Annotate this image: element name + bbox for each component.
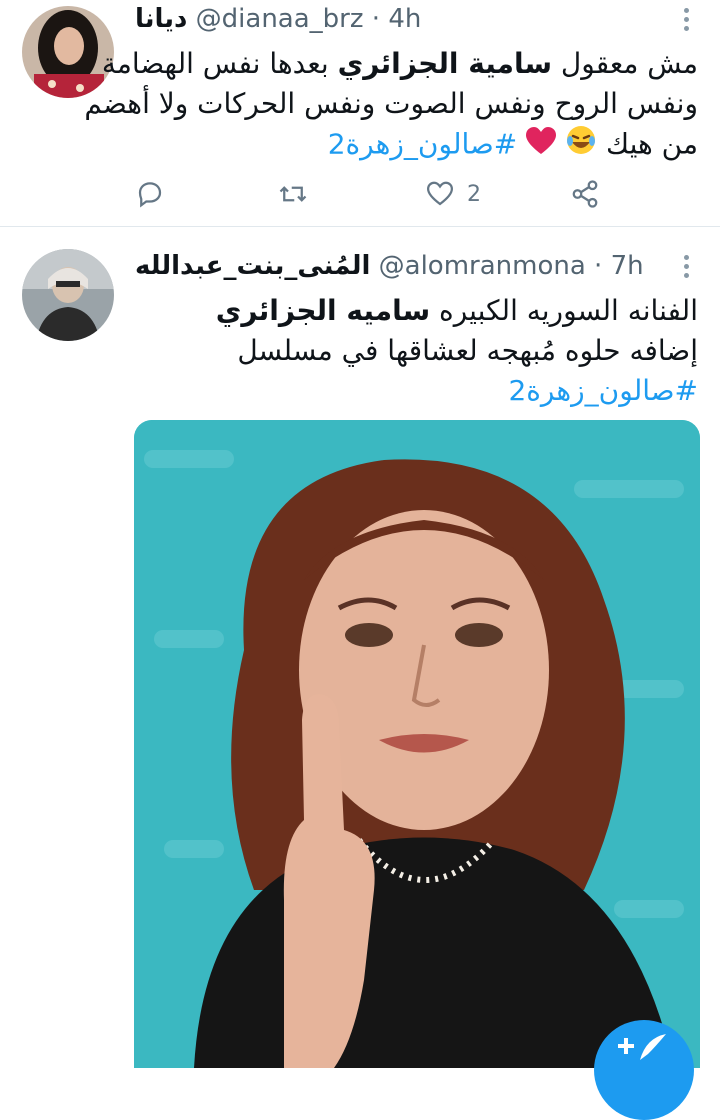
reply-icon [138, 182, 162, 208]
user-handle[interactable]: @alomranmona [379, 251, 586, 281]
retweet-button[interactable] [278, 176, 308, 212]
tweet-header: المُنى_بنت_عبدالله @alomranmona · 7h [135, 251, 644, 287]
reply-button[interactable] [135, 176, 165, 212]
tweet-media-image[interactable] [134, 420, 700, 1068]
tweet-header: ديانا @dianaa_brz · 4h [135, 4, 421, 40]
tweet-text: الفنانه السوريه الكبيره ساميه الجزائري إ… [216, 291, 698, 411]
display-name[interactable]: ديانا [135, 4, 187, 34]
display-name[interactable]: المُنى_بنت_عبدالله [135, 251, 370, 281]
user-handle[interactable]: @dianaa_brz [196, 4, 364, 34]
separator-dot: · [594, 251, 603, 281]
bold-name: سامية الجزائري [337, 47, 553, 80]
tweet[interactable]: ديانا @dianaa_brz · 4h مش معقول سامية ال… [0, 0, 720, 226]
tweet-line: ونفس الروح ونفس الصوت ونفس الحركات ولا أ… [84, 87, 698, 120]
tweet-line: الفنانه السوريه الكبيره ساميه الجزائري [215, 294, 698, 327]
retweet-icon [279, 186, 307, 202]
like-button[interactable]: 2 [425, 176, 481, 212]
separator-dot: · [371, 4, 381, 34]
hashtag-link[interactable]: #صالون_زهرة2 [328, 128, 518, 161]
tweet-line: #صالون_زهرة2 [216, 371, 698, 411]
more-options-icon[interactable] [676, 4, 696, 34]
compose-tweet-icon [618, 1034, 666, 1060]
timestamp[interactable]: 4h [388, 4, 421, 34]
bold-name: ساميه الجزائري [215, 294, 431, 327]
share-icon [572, 180, 598, 208]
tweet-line: إضافه حلوه مُبهجه لعشاقها في مسلسل [237, 334, 698, 367]
heart-icon [426, 181, 454, 206]
hashtag-link[interactable]: #صالون_زهرة2 [508, 374, 698, 407]
timestamp[interactable]: 7h [611, 251, 644, 281]
avatar[interactable] [22, 249, 114, 341]
red-heart-emoji-icon [526, 126, 557, 166]
more-options-icon[interactable] [676, 251, 696, 281]
laughing-crying-emoji-icon [565, 124, 597, 167]
compose-tweet-button[interactable] [594, 1020, 694, 1120]
tweet-line: مش معقول سامية الجزائري بعدها نفس الهضام… [101, 47, 698, 80]
tweet-actions: 2 [135, 176, 695, 212]
tweet-text: مش معقول سامية الجزائري بعدها نفس الهضام… [84, 44, 698, 167]
like-count: 2 [467, 181, 481, 207]
avatar-image [22, 249, 114, 341]
tweet-line: من هيك #صالون_زهرة2 [84, 124, 698, 167]
portrait-photo-icon [134, 420, 700, 1068]
share-button[interactable] [570, 176, 600, 212]
